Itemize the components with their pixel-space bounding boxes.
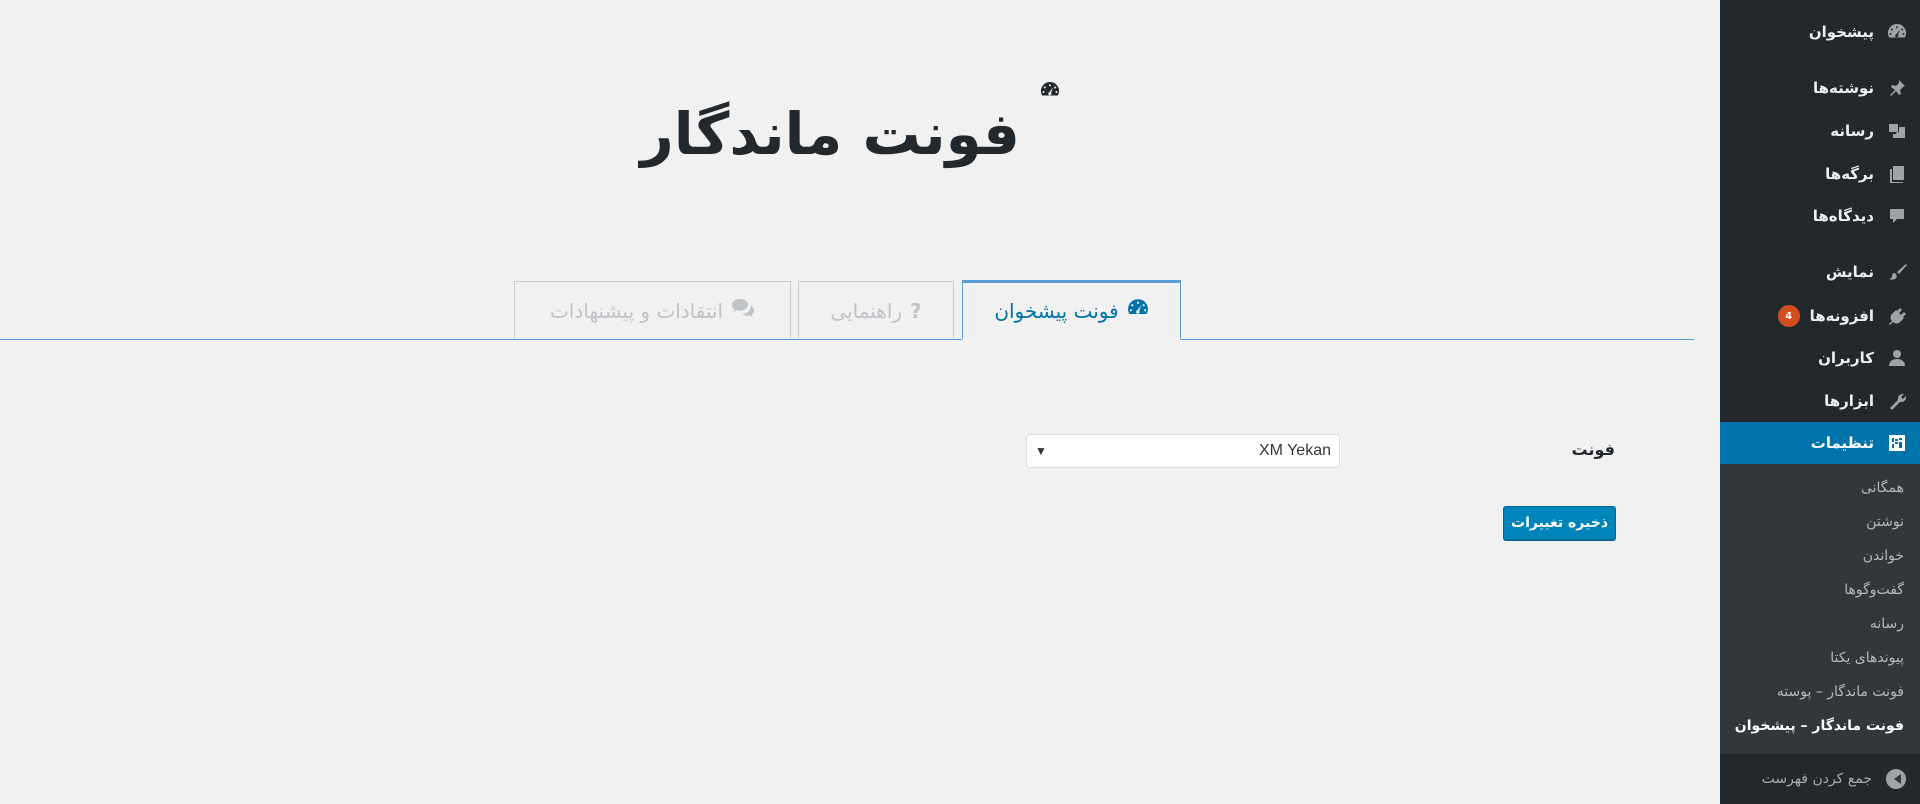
dashboard-icon <box>1886 21 1908 43</box>
submenu-item-writing[interactable]: نوشتن <box>1734 514 1904 530</box>
submenu-item-font-dashboard[interactable]: فونت ماندگار – پیشخوان <box>1734 718 1904 734</box>
pages-icon <box>1886 163 1908 185</box>
tabs-divider <box>0 339 1694 340</box>
page-title: فونت ماندگار <box>640 100 1020 168</box>
submenu-item-media[interactable]: رسانه <box>1734 616 1904 632</box>
sidebar-item-comments[interactable]: دیدگاه‌ها <box>1720 196 1920 236</box>
tab-help[interactable]: ? راهنمایی <box>798 281 954 339</box>
sidebar-item-label: پیشخوان <box>1808 23 1874 41</box>
submenu-item-general[interactable]: همگانی <box>1734 480 1904 496</box>
sidebar-item-posts[interactable]: نوشته‌ها <box>1720 68 1920 108</box>
pin-icon <box>1886 77 1908 99</box>
wrench-icon <box>1886 390 1908 412</box>
sidebar-item-label: برگه‌ها <box>1825 165 1874 183</box>
sidebar-item-media[interactable]: رسانه <box>1720 111 1920 151</box>
settings-submenu: همگانی نوشتن خواندن گفت‌وگوها رسانه پیون… <box>1720 464 1920 754</box>
admin-sidebar: پیشخوان نوشته‌ها رسانه برگه‌ها دیدگاه‌ها… <box>1712 0 1920 804</box>
dashboard-icon <box>1127 297 1149 324</box>
font-select-value: XM Yekan <box>1258 442 1331 459</box>
sidebar-item-plugins[interactable]: افزونه‌ها 4 <box>1720 296 1920 336</box>
sidebar-item-users[interactable]: کاربران <box>1720 338 1920 378</box>
dashboard-icon <box>1040 80 1060 100</box>
tab-feedback[interactable]: انتقادات و پیشنهادات <box>514 281 791 339</box>
sidebar-item-dashboard[interactable]: پیشخوان <box>1720 12 1920 52</box>
question-icon: ? <box>910 298 922 323</box>
tab-label: فونت پیشخوان <box>994 298 1119 323</box>
sidebar-item-pages[interactable]: برگه‌ها <box>1720 154 1920 194</box>
tab-dashboard-font[interactable]: فونت پیشخوان <box>962 280 1181 340</box>
sidebar-item-label: تنظیمات <box>1810 434 1874 452</box>
sidebar-item-label: نمایش <box>1825 263 1874 281</box>
user-icon <box>1886 347 1908 369</box>
submenu-item-permalinks[interactable]: پیوندهای یکتا <box>1734 650 1904 666</box>
submenu-item-discussion[interactable]: گفت‌وگوها <box>1734 582 1904 598</box>
font-label: فونت <box>1571 440 1615 459</box>
sidebar-item-label: رسانه <box>1830 122 1874 140</box>
collapse-menu-label: جمع کردن فهرست <box>1761 771 1872 787</box>
plugin-icon <box>1886 305 1908 327</box>
submenu-item-reading[interactable]: خواندن <box>1734 548 1904 564</box>
chevron-down-icon: ▼ <box>1035 444 1047 458</box>
collapse-arrow-icon <box>1886 769 1906 789</box>
comment-icon <box>1886 205 1908 227</box>
tab-label: انتقادات و پیشنهادات <box>549 298 724 323</box>
sidebar-item-label: افزونه‌ها <box>1809 307 1874 325</box>
sidebar-item-appearance[interactable]: نمایش <box>1720 252 1920 292</box>
submenu-item-font-theme[interactable]: فونت ماندگار – پوسته <box>1734 684 1904 700</box>
font-select[interactable]: ▼ XM Yekan <box>1026 434 1340 468</box>
main-content: فونت ماندگار فونت پیشخوان ? راهنمایی انت… <box>0 0 1720 804</box>
settings-icon <box>1886 432 1908 454</box>
sidebar-item-label: نوشته‌ها <box>1812 79 1874 97</box>
media-icon <box>1886 120 1908 142</box>
comments-icon <box>731 298 755 323</box>
save-button[interactable]: ذخیره تغییرات <box>1503 506 1616 540</box>
sidebar-item-tools[interactable]: ابزارها <box>1720 381 1920 421</box>
tab-label: راهنمایی <box>830 298 903 323</box>
sidebar-item-label: دیدگاه‌ها <box>1812 207 1874 225</box>
sidebar-item-label: کاربران <box>1818 349 1874 367</box>
brush-icon <box>1886 261 1908 283</box>
update-count-badge: 4 <box>1777 305 1800 327</box>
sidebar-item-label: ابزارها <box>1824 392 1874 410</box>
sidebar-item-settings[interactable]: تنظیمات <box>1712 422 1920 464</box>
collapse-menu-button[interactable]: جمع کردن فهرست <box>1720 754 1920 804</box>
